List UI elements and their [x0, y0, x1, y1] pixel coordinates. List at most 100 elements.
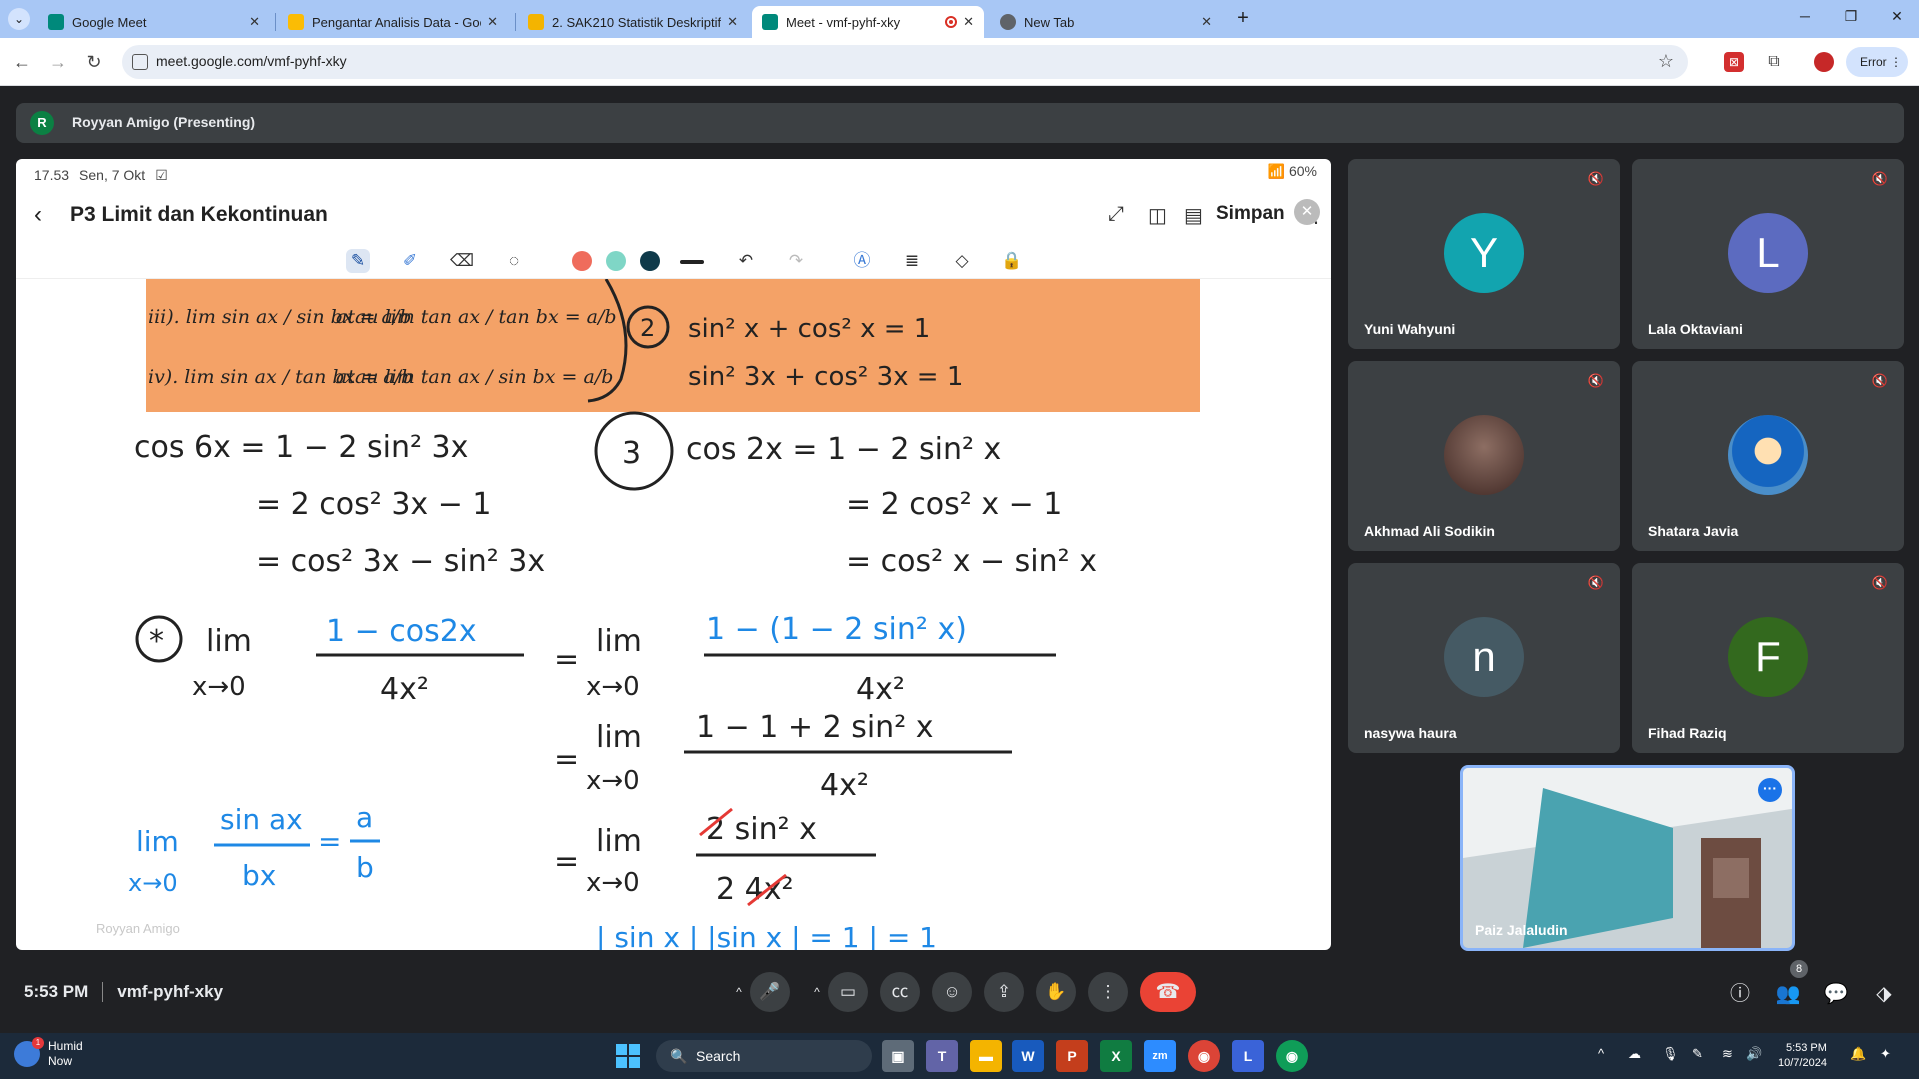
- participant-tile[interactable]: 🔇 Y Yuni Wahyuni: [1348, 159, 1620, 349]
- lock-icon[interactable]: 🔒: [1000, 249, 1024, 273]
- page-icon[interactable]: ▤: [1184, 203, 1203, 228]
- raise-hand-button[interactable]: ✋: [1036, 972, 1076, 1012]
- zoom-icon[interactable]: zm: [1144, 1040, 1176, 1072]
- redo-icon[interactable]: ↷: [784, 249, 808, 273]
- eraser-icon[interactable]: ⌫: [450, 249, 474, 273]
- wifi-icon[interactable]: ≋: [1722, 1046, 1733, 1062]
- tab-meet-active[interactable]: Meet - vmf-pyhf-xky ✕: [752, 6, 984, 38]
- leave-call-button[interactable]: ☎: [1140, 972, 1196, 1012]
- audio-options-chevron-icon[interactable]: ^: [726, 972, 752, 1012]
- meeting-info: 5:53 PM vmf-pyhf-xky: [24, 982, 223, 1002]
- identity-line-1: sin² x + cos² x = 1: [688, 314, 930, 344]
- lim3-denominator: 4x²: [820, 768, 869, 803]
- close-overlay-icon[interactable]: ✕: [1294, 199, 1320, 225]
- more-options-button[interactable]: ···: [1758, 778, 1782, 802]
- url-text[interactable]: meet.google.com/vmf-pyhf-xky: [156, 53, 347, 69]
- lasso-icon[interactable]: ◌: [502, 249, 526, 273]
- volume-icon[interactable]: 🔊: [1746, 1046, 1762, 1062]
- address-bar[interactable]: meet.google.com/vmf-pyhf-xky ☆: [122, 45, 1688, 79]
- captions-button[interactable]: ㏄: [880, 972, 920, 1012]
- camera-button[interactable]: ▭: [828, 972, 868, 1012]
- participant-tile[interactable]: 🔇 Shatara Javia: [1632, 361, 1904, 551]
- onedrive-icon[interactable]: ☁: [1628, 1046, 1641, 1062]
- note-header: ‹ P3 Limit dan Kekontinuan ⤢ ◫ ▤ Simpan …: [16, 189, 1331, 241]
- stroke-width-icon[interactable]: [680, 260, 704, 264]
- color-navy-swatch[interactable]: [640, 251, 660, 271]
- video-options-chevron-icon[interactable]: ^: [804, 972, 830, 1012]
- microphone-button[interactable]: 🎤: [750, 972, 790, 1012]
- new-tab-button[interactable]: +: [1232, 8, 1254, 30]
- text-recognition-icon[interactable]: Ⓐ: [850, 249, 874, 273]
- tab-new-tab[interactable]: New Tab ✕: [990, 6, 1222, 38]
- save-button[interactable]: Simpan: [1216, 203, 1285, 225]
- emoji-button[interactable]: ☺: [932, 972, 972, 1012]
- tab-search-icon[interactable]: ⌄: [8, 8, 30, 30]
- undo-icon[interactable]: ↶: [734, 249, 758, 273]
- lim-sub-2: x→0: [586, 672, 640, 702]
- reload-icon[interactable]: ↻: [82, 50, 106, 74]
- split-view-icon[interactable]: ◫: [1148, 203, 1167, 228]
- activities-icon[interactable]: ⬗: [1870, 980, 1898, 1008]
- close-tab-icon[interactable]: ✕: [963, 14, 974, 30]
- more-options-button[interactable]: ⋮: [1088, 972, 1128, 1012]
- participant-tile[interactable]: 🔇 L Lala Oktaviani: [1632, 159, 1904, 349]
- close-tab-icon[interactable]: ✕: [487, 14, 498, 30]
- self-video-tile[interactable]: ··· Paiz Jalaludin: [1460, 765, 1795, 951]
- notification-icon[interactable]: 🔔: [1850, 1046, 1866, 1062]
- tablet-status-bar: 17.53 Sen, 7 Okt ☑: [34, 166, 168, 184]
- participant-tile[interactable]: 🔇 F Fihad Raziq: [1632, 563, 1904, 753]
- task-view-icon[interactable]: ▣: [882, 1040, 914, 1072]
- notes-canvas[interactable]: iii). lim sin ax / sin bx = a/b atau lim…: [16, 279, 1331, 950]
- tab-statistik-deskriptif[interactable]: 2. SAK210 Statistik Deskriptif.pp ✕: [518, 6, 748, 38]
- excel-icon[interactable]: X: [1100, 1040, 1132, 1072]
- restore-icon[interactable]: ❐: [1840, 8, 1862, 25]
- close-tab-icon[interactable]: ✕: [249, 14, 260, 30]
- present-screen-button[interactable]: ⇪: [984, 972, 1024, 1012]
- pen-tray-icon[interactable]: ✎: [1692, 1046, 1703, 1062]
- mic-off-icon: 🔇: [1587, 373, 1605, 388]
- minimize-icon[interactable]: ─: [1794, 8, 1816, 24]
- text-format-icon[interactable]: ≣: [900, 249, 924, 273]
- chat-icon[interactable]: 💬: [1822, 980, 1850, 1008]
- close-window-icon[interactable]: ✕: [1886, 8, 1908, 25]
- expand-icon[interactable]: ⤢: [1108, 203, 1124, 226]
- word-icon[interactable]: W: [1012, 1040, 1044, 1072]
- profile-error-button[interactable]: Error ⋮: [1846, 47, 1908, 77]
- tab-pengantar-analisis[interactable]: Pengantar Analisis Data - Goog ✕: [278, 6, 508, 38]
- mic-tray-icon[interactable]: 🎙: [1662, 1046, 1679, 1062]
- windows-start-icon[interactable]: [616, 1044, 640, 1068]
- back-icon[interactable]: ←: [10, 50, 34, 74]
- participant-tile[interactable]: 🔇 n nasywa haura: [1348, 563, 1620, 753]
- color-red-swatch[interactable]: [572, 251, 592, 271]
- profile-avatar-icon[interactable]: [1812, 50, 1836, 74]
- taskbar-search[interactable]: 🔍 Search: [656, 1040, 872, 1072]
- powerpoint-icon[interactable]: P: [1056, 1040, 1088, 1072]
- weather-widget[interactable]: 1 Humid Now: [14, 1037, 83, 1069]
- app-l-icon[interactable]: L: [1232, 1040, 1264, 1072]
- extension-icon[interactable]: ⊠: [1724, 52, 1744, 72]
- highlighter-icon[interactable]: ✐: [398, 249, 422, 273]
- forward-icon[interactable]: →: [46, 50, 70, 74]
- pen-tool-icon[interactable]: ✎: [346, 249, 370, 273]
- tab-google-meet[interactable]: Google Meet ✕: [38, 6, 270, 38]
- people-icon[interactable]: 👥: [1774, 980, 1802, 1008]
- close-tab-icon[interactable]: ✕: [727, 14, 738, 30]
- system-clock[interactable]: 5:53 PM 10/7/2024: [1778, 1041, 1827, 1071]
- teams-icon[interactable]: T: [926, 1040, 958, 1072]
- extensions-puzzle-icon[interactable]: ⧉: [1762, 50, 1786, 74]
- site-info-icon[interactable]: [132, 54, 148, 70]
- chrome-active-icon[interactable]: ◉: [1276, 1040, 1308, 1072]
- file-explorer-icon[interactable]: ▬: [970, 1040, 1002, 1072]
- copilot-icon[interactable]: ✦: [1880, 1046, 1891, 1062]
- bookmark-star-icon[interactable]: ☆: [1658, 51, 1674, 72]
- tray-chevron-icon[interactable]: ^: [1598, 1046, 1604, 1061]
- chrome-favicon-icon: [1000, 14, 1016, 30]
- participant-tile[interactable]: 🔇 Akhmad Ali Sodikin: [1348, 361, 1620, 551]
- meeting-details-icon[interactable]: ⓘ: [1726, 980, 1754, 1008]
- close-tab-icon[interactable]: ✕: [1201, 14, 1212, 30]
- presenter-label: Royyan Amigo (Presenting): [72, 114, 256, 130]
- chrome-icon[interactable]: ◉: [1188, 1040, 1220, 1072]
- back-chevron-icon[interactable]: ‹: [34, 201, 42, 229]
- color-teal-swatch[interactable]: [606, 251, 626, 271]
- shapes-icon[interactable]: ◇: [950, 249, 974, 273]
